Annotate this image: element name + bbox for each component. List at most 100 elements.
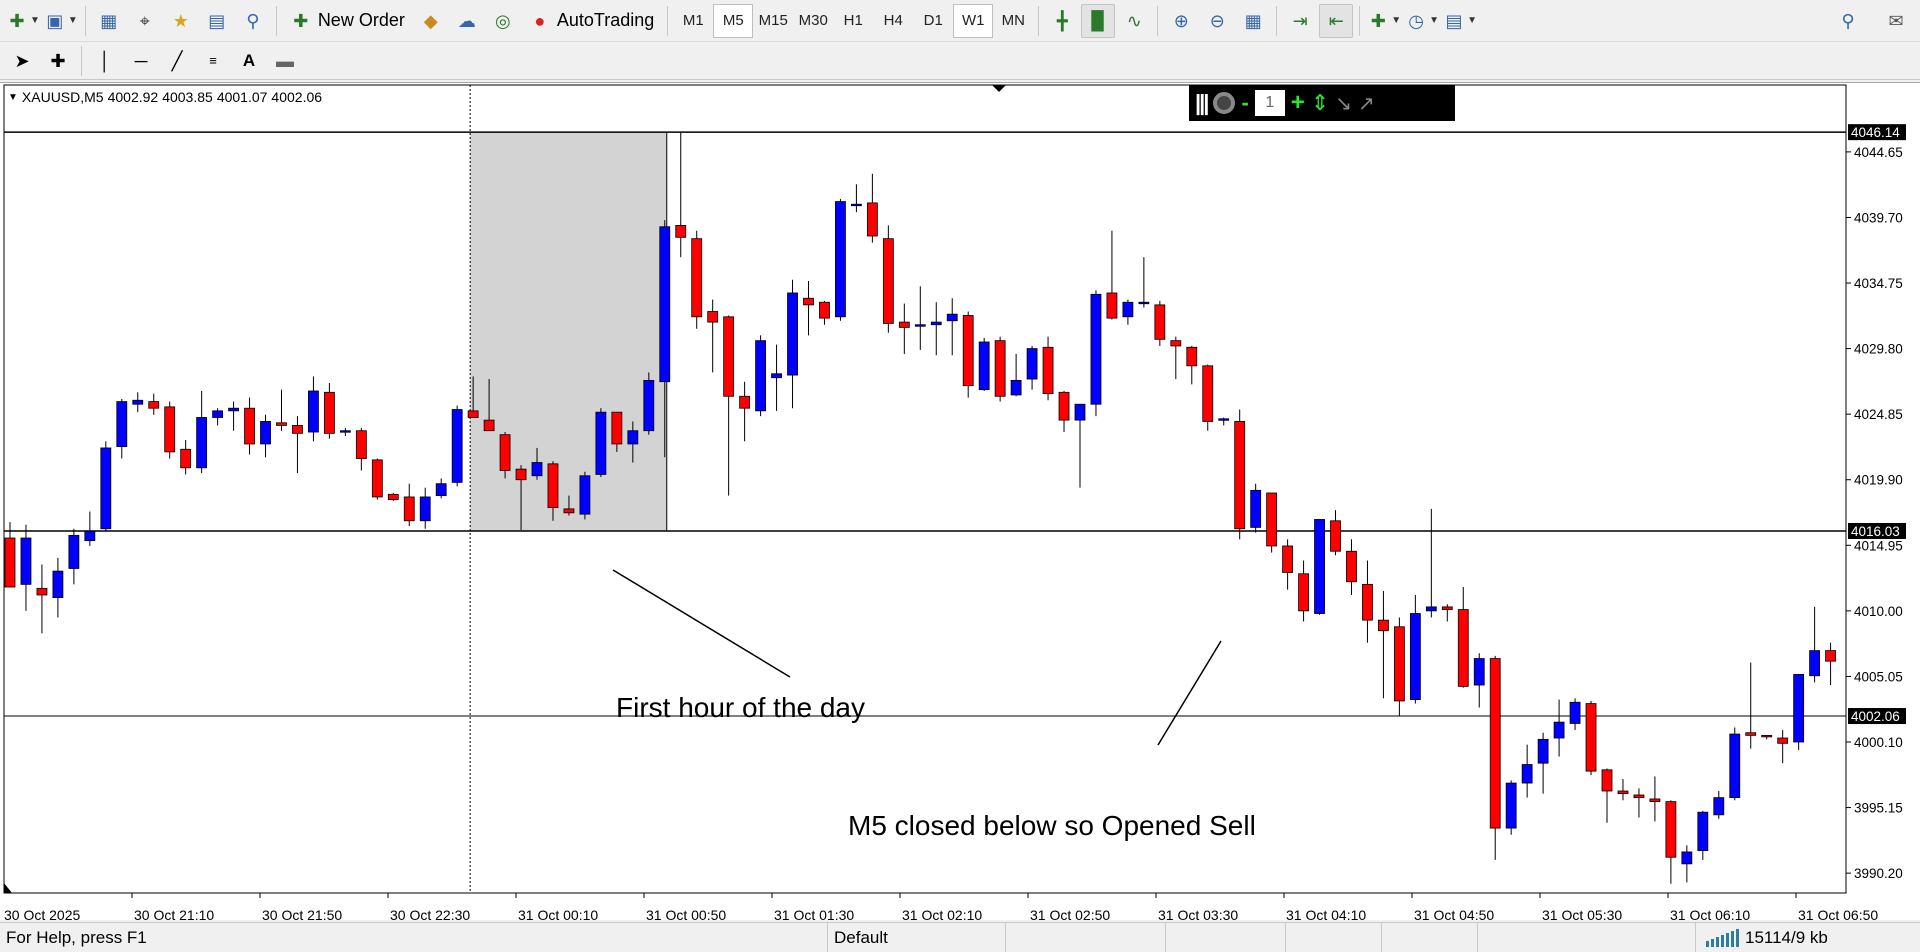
strategy-tester-button[interactable]: ⚲ — [236, 4, 270, 38]
terminal-button[interactable]: ▤ — [200, 4, 234, 38]
bearish-candle — [962, 315, 974, 387]
price-tag: 4002.06 — [1851, 709, 1900, 724]
timeframe-m30-button[interactable]: M30 — [793, 4, 833, 38]
chart-autoscroll-button[interactable]: ⇥ — [1283, 4, 1317, 38]
market-button[interactable]: ◎ — [486, 4, 520, 38]
timeframe-m5-button[interactable]: M5 — [713, 3, 754, 38]
new-chart-button[interactable]: ✚ ▼ — [5, 4, 41, 38]
price-chart[interactable]: First hour of the day M5 closed below so … — [0, 83, 1920, 921]
bearish-candle — [707, 311, 719, 323]
timeframe-mn-button[interactable]: MN — [993, 4, 1033, 38]
bearish-candle — [866, 202, 878, 237]
text-tool-button[interactable]: A — [232, 44, 266, 78]
indicators-icon: ✚ — [1370, 10, 1386, 31]
templates-button[interactable]: ▤ ▼ — [1442, 4, 1478, 38]
candlestick-icon: ▉ — [1091, 10, 1106, 31]
timeframe-m15-button[interactable]: M15 — [753, 4, 793, 38]
ohlc-open: 4002.92 — [107, 89, 159, 105]
bearish-candle — [1777, 737, 1789, 744]
standard-toolbar: ✚ ▼ ▣ ▼ ▦ ⌖ ★ ▤ ⚲ ✚ New Order ◆ ☁ ◎ ● AutoTr… — [0, 0, 1920, 42]
cursor-icon: ➤ — [14, 50, 30, 71]
timeframe-h4-button[interactable]: H4 — [873, 4, 913, 38]
navigator-button[interactable]: ★ — [164, 4, 198, 38]
volume-increase-button[interactable]: + — [1291, 89, 1305, 117]
bullish-candle — [20, 537, 32, 585]
bullish-candle — [835, 201, 846, 318]
timeframe-h1-button[interactable]: H1 — [833, 4, 873, 38]
crosshair-tool-button[interactable]: ✚ — [41, 44, 75, 78]
horizontal-line-tool-button[interactable]: ─ — [124, 44, 158, 78]
metaeditor-button[interactable]: ◆ — [414, 4, 448, 38]
periods-button[interactable]: ◷ ▼ — [1404, 4, 1440, 38]
collapse-icon[interactable]: ↘ — [1335, 91, 1352, 116]
chart-window[interactable]: First hour of the day M5 closed below so … — [0, 82, 1920, 921]
timeframe-m1-button[interactable]: M1 — [673, 4, 713, 38]
bearish-candle — [1042, 346, 1054, 395]
bullish-candle — [1314, 519, 1325, 614]
volume-input[interactable]: 1 — [1254, 90, 1285, 116]
profiles-button[interactable]: ▣ ▼ — [43, 4, 79, 38]
connection-cell[interactable]: 15114/9 kb — [1696, 923, 1834, 952]
autotrading-button[interactable]: ● AutoTrading — [522, 4, 661, 38]
tester-icon: ⚲ — [246, 10, 260, 31]
vertical-line-tool-button[interactable]: │ — [88, 44, 122, 78]
time-axis-label: 31 Oct 04:10 — [1286, 907, 1366, 921]
line-chart-icon: ∿ — [1126, 10, 1142, 31]
bearish-candle — [723, 316, 735, 397]
ohlc-low: 4001.07 — [216, 89, 268, 105]
text-label-tool-button[interactable]: ▬ — [268, 44, 302, 78]
zoom-in-button[interactable]: ⊕ — [1164, 4, 1198, 38]
bearish-candle — [1282, 545, 1293, 573]
bullish-candle — [1521, 764, 1533, 784]
bearish-candle — [276, 422, 287, 426]
market-watch-icon: ▦ — [100, 10, 118, 31]
chart-header-toggle-icon[interactable]: ▼ — [8, 92, 18, 103]
bullish-candle — [1697, 811, 1709, 852]
chart-shift-button[interactable]: ⇤ — [1319, 3, 1354, 38]
indicators-button[interactable]: ✚ ▼ — [1366, 4, 1402, 38]
trendline-tool-button[interactable]: ╱ — [160, 44, 194, 78]
one-click-trading-panel[interactable]: ||| - 1 + ⇕ ↘ ↗ — [1189, 85, 1455, 121]
bullish-candle — [1505, 782, 1517, 829]
timeframe-w1-button[interactable]: W1 — [953, 3, 994, 38]
trade-mode-icon[interactable] — [1213, 92, 1236, 114]
timeframe-d1-button[interactable]: D1 — [913, 4, 953, 38]
plot-area — [3, 84, 1847, 894]
new-order-button[interactable]: ✚ New Order — [283, 4, 412, 38]
candlestick-chart-button[interactable]: ▉ — [1081, 3, 1116, 38]
search-button[interactable]: ⚲ — [1831, 4, 1865, 38]
bullish-candle — [339, 430, 351, 433]
market-watch-button[interactable]: ▦ — [92, 4, 126, 38]
ohlc-close: 4002.06 — [271, 89, 323, 105]
bearish-candle — [1186, 346, 1198, 367]
line-chart-button[interactable]: ∿ — [1117, 4, 1151, 38]
ohlc-high: 4003.85 — [162, 89, 213, 105]
bullish-candle — [1537, 738, 1549, 764]
panel-grip-icon[interactable]: ||| — [1195, 90, 1210, 116]
signals-button[interactable]: ☁ — [450, 4, 484, 38]
cursor-tool-button[interactable]: ➤ — [5, 44, 39, 78]
volume-decrease-button[interactable]: - — [1241, 90, 1248, 116]
bullish-candle — [308, 390, 319, 433]
zoom-in-icon: ⊕ — [1173, 10, 1189, 31]
zoom-out-icon: ⊖ — [1209, 10, 1225, 31]
expand-icon[interactable]: ↗ — [1358, 91, 1375, 116]
zoom-out-button[interactable]: ⊖ — [1200, 4, 1234, 38]
data-window-button[interactable]: ⌖ — [128, 4, 162, 38]
chat-button[interactable]: ✉ — [1879, 4, 1913, 38]
status-cell-empty — [1382, 922, 1478, 952]
toolbar-separator — [1157, 5, 1159, 36]
bullish-candle — [1809, 650, 1821, 677]
bar-chart-button[interactable]: ╋ — [1045, 4, 1079, 38]
traffic-counter: 15114/9 kb — [1745, 927, 1828, 947]
help-text-cell: For Help, press F1 — [0, 922, 828, 952]
bearish-candle — [1489, 658, 1501, 829]
bullish-candle — [1793, 674, 1805, 743]
profiles-icon: ▣ — [46, 10, 64, 31]
toolbar-separator — [1038, 5, 1040, 36]
bearish-candle — [403, 496, 415, 522]
expand-vertical-icon[interactable]: ⇕ — [1311, 90, 1329, 116]
fibonacci-tool-button[interactable]: ≡ — [196, 44, 230, 78]
tile-windows-button[interactable]: ▦ — [1236, 4, 1270, 38]
autotrading-icon: ● — [534, 10, 546, 31]
